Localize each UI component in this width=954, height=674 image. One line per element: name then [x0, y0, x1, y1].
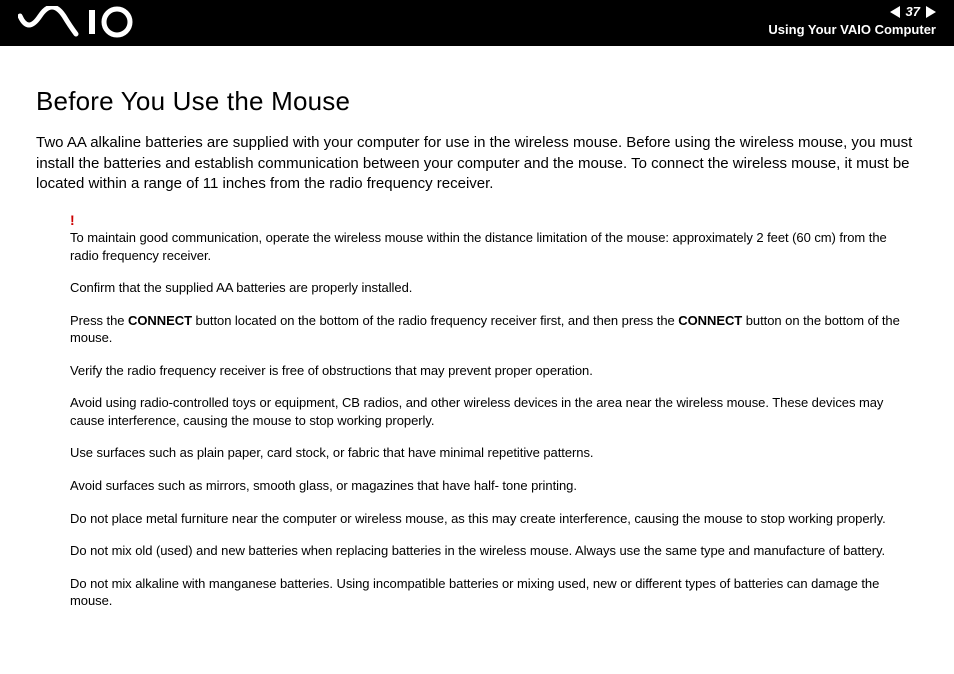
note-item: Do not place metal furniture near the co… — [70, 510, 912, 528]
section-title: Using Your VAIO Computer — [768, 22, 936, 37]
page-navigation: 37 — [890, 4, 936, 19]
page-number: 37 — [906, 4, 920, 19]
note-item: Use surfaces such as plain paper, card s… — [70, 444, 912, 462]
warning-icon: ! — [70, 213, 912, 227]
note-item: Avoid surfaces such as mirrors, smooth g… — [70, 477, 912, 495]
page-header: 37 Using Your VAIO Computer — [0, 0, 954, 46]
note-item: Confirm that the supplied AA batteries a… — [70, 279, 912, 297]
notes-block: ! To maintain good communication, operat… — [70, 213, 912, 610]
note-item: Verify the radio frequency receiver is f… — [70, 362, 912, 380]
vaio-logo — [18, 6, 138, 38]
note-item: Do not mix alkaline with manganese batte… — [70, 575, 912, 610]
prev-page-icon[interactable] — [890, 6, 900, 18]
page-content: Before You Use the Mouse Two AA alkaline… — [0, 46, 954, 610]
note-item: Avoid using radio-controlled toys or equ… — [70, 394, 912, 429]
intro-paragraph: Two AA alkaline batteries are supplied w… — [36, 133, 918, 195]
note-item: Press the CONNECT button located on the … — [70, 312, 912, 347]
page-heading: Before You Use the Mouse — [36, 86, 918, 117]
next-page-icon[interactable] — [926, 6, 936, 18]
note-item: Do not mix old (used) and new batteries … — [70, 542, 912, 560]
note-item: To maintain good communication, operate … — [70, 229, 912, 264]
